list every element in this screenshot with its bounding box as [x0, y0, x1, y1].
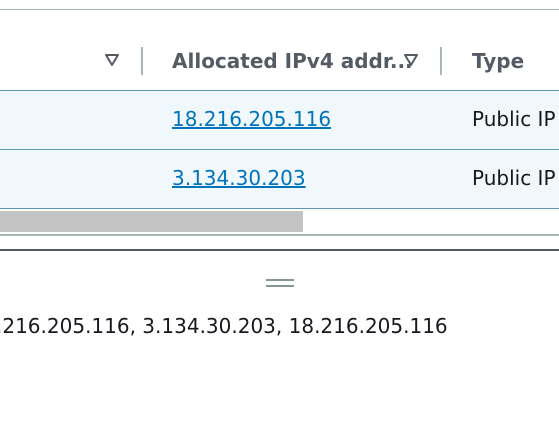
- drag-handle-icon[interactable]: [266, 279, 294, 287]
- column-header-type[interactable]: Type: [472, 49, 524, 73]
- table-row[interactable]: 3.134.30.203 Public IP: [0, 149, 559, 208]
- ip-address-link[interactable]: 3.134.30.203: [172, 166, 306, 190]
- column-header-allocated-ipv4[interactable]: Allocated IPv4 addr...: [172, 49, 413, 73]
- table-row[interactable]: 18.216.205.116 Public IP: [0, 90, 559, 149]
- type-cell: Public IP: [472, 107, 556, 131]
- table-top-strip: [0, 0, 559, 9]
- column-resizer[interactable]: [440, 47, 442, 75]
- ip-address-link[interactable]: 18.216.205.116: [172, 107, 331, 131]
- type-cell: Public IP: [472, 166, 556, 190]
- column-resizer[interactable]: [141, 47, 143, 75]
- selected-ips-summary: .216.205.116, 3.134.30.203, 18.216.205.1…: [0, 314, 448, 338]
- split-panel-top-border: [0, 249, 559, 251]
- scrollbar-thumb[interactable]: [0, 211, 303, 232]
- panel-divider: [0, 234, 559, 236]
